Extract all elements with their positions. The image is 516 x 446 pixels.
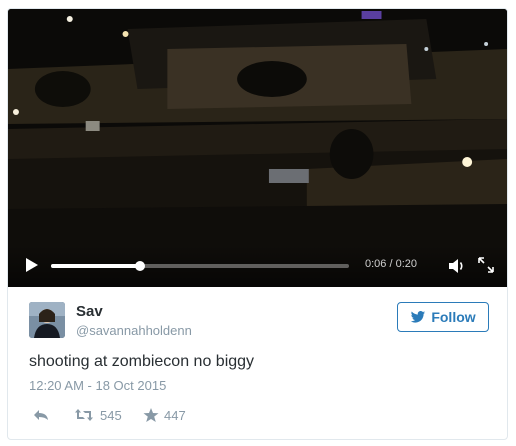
fullscreen-icon[interactable] [478,257,494,273]
tweet-author: Sav @savannahholdenn Follow [8,287,507,353]
scrubber-progress [51,264,141,268]
retweet-count: 545 [100,408,122,423]
star-icon[interactable] [143,407,159,423]
twitter-bird-icon [411,310,426,323]
time-display: 0:06 / 0:20 [365,258,417,270]
video-player[interactable]: 0:06 / 0:20 [8,9,507,287]
author-handle[interactable]: @savannahholdenn [76,323,192,338]
volume-icon[interactable] [448,258,466,274]
reply-icon[interactable] [33,409,49,421]
like-count: 447 [164,408,186,423]
avatar[interactable] [29,302,65,338]
tweet-text: shooting at zombiecon no biggy [29,353,255,370]
video-controls: 0:06 / 0:20 [8,245,507,287]
tweet-embed-card: 0:06 / 0:20 Sav @savannahholdenn Follow … [7,8,508,440]
author-name[interactable]: Sav [76,303,103,320]
scrubber-handle[interactable] [135,261,146,271]
follow-label: Follow [431,309,476,325]
retweet-icon[interactable] [74,408,94,422]
video-scrubber[interactable] [51,261,349,271]
play-icon[interactable] [25,257,39,273]
follow-button[interactable]: Follow [397,302,489,332]
tweet-timestamp[interactable]: 12:20 AM - 18 Oct 2015 [29,378,166,393]
